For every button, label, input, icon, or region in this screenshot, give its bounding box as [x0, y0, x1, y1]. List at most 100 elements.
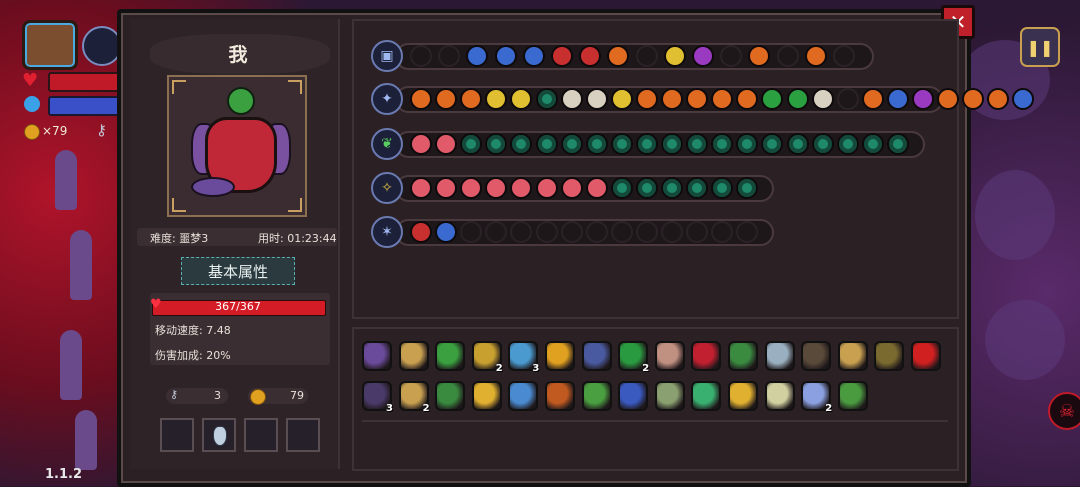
- slot-purple[interactable]: [912, 88, 934, 110]
- hook-icon[interactable]: [728, 341, 758, 371]
- slot-teal[interactable]: [786, 133, 809, 155]
- potion-icon[interactable]: [618, 381, 649, 411]
- consumable-slot[interactable]: [202, 418, 236, 452]
- slot-teal[interactable]: [661, 133, 683, 155]
- bone-icon[interactable]: [398, 341, 429, 371]
- spider-web-icon[interactable]: [545, 381, 575, 411]
- staff-blue-icon[interactable]: ✦: [371, 83, 403, 115]
- slot-purple[interactable]: [692, 45, 714, 67]
- slot-empty[interactable]: [560, 221, 583, 243]
- slot-teal[interactable]: [686, 177, 709, 199]
- slot-pink[interactable]: [410, 177, 432, 199]
- slot-empty[interactable]: [535, 221, 558, 243]
- slot-orange[interactable]: [937, 88, 960, 110]
- slot-teal[interactable]: [811, 133, 834, 155]
- slot-teal[interactable]: [610, 133, 633, 155]
- item-count: 2: [495, 363, 503, 374]
- slot-pink[interactable]: [535, 177, 558, 199]
- slot-empty[interactable]: [610, 221, 633, 243]
- slot-green[interactable]: [786, 88, 809, 110]
- slot-empty[interactable]: [776, 45, 799, 67]
- slot-empty[interactable]: [661, 221, 683, 243]
- slot-yellow[interactable]: [663, 45, 686, 67]
- slot-empty[interactable]: [836, 88, 859, 110]
- slot-orange[interactable]: [435, 88, 458, 110]
- slot-empty[interactable]: [833, 45, 855, 67]
- slot-empty[interactable]: [635, 45, 658, 67]
- consumable-slot[interactable]: [160, 418, 194, 452]
- slot-teal[interactable]: [635, 177, 658, 199]
- slot-red[interactable]: [551, 45, 573, 67]
- compass-icon[interactable]: [764, 341, 795, 371]
- slot-teal[interactable]: [585, 133, 608, 155]
- slot-orange[interactable]: [804, 45, 827, 67]
- slot-pink[interactable]: [410, 133, 432, 155]
- frog-icon[interactable]: [837, 381, 868, 411]
- slot-orange[interactable]: [686, 88, 709, 110]
- gold-goblet-icon[interactable]: [471, 381, 502, 411]
- slot-teal[interactable]: [886, 133, 909, 155]
- slot-white[interactable]: [560, 88, 583, 110]
- beetle-icon[interactable]: [801, 341, 832, 371]
- slot-teal[interactable]: [861, 133, 884, 155]
- slot-white[interactable]: [585, 88, 608, 110]
- demon-mask-icon[interactable]: [691, 341, 722, 371]
- scroll-icon[interactable]: [545, 341, 575, 371]
- blue-gem-icon[interactable]: [508, 381, 539, 411]
- slot-pink[interactable]: [435, 177, 458, 199]
- slot-orange[interactable]: [635, 88, 658, 110]
- slot-blue[interactable]: [522, 45, 545, 67]
- slot-teal[interactable]: [836, 133, 859, 155]
- lantern-icon[interactable]: [837, 341, 868, 371]
- slot-empty[interactable]: [585, 221, 608, 243]
- slot-white[interactable]: [811, 88, 834, 110]
- chest-icon[interactable]: [22, 20, 78, 70]
- slot-yellow[interactable]: [610, 88, 633, 110]
- boot-icon[interactable]: [435, 381, 466, 411]
- pause-button[interactable]: ❚❚: [1020, 27, 1060, 67]
- slot-pink[interactable]: [435, 133, 458, 155]
- slot-orange[interactable]: [410, 88, 432, 110]
- slot-blue[interactable]: [886, 88, 909, 110]
- red-eye-icon[interactable]: [911, 341, 941, 371]
- stone-icon[interactable]: [654, 341, 685, 371]
- staff-gold-icon[interactable]: ✧: [371, 172, 403, 204]
- pause-icon: ❚❚: [1026, 37, 1054, 57]
- slot-empty[interactable]: [686, 221, 709, 243]
- slot-teal[interactable]: [535, 133, 558, 155]
- background-blob: [975, 170, 1055, 260]
- leaf-fan-icon[interactable]: [691, 381, 722, 411]
- arrow-icon[interactable]: [654, 381, 685, 411]
- slot-teal[interactable]: [661, 177, 683, 199]
- staff-green-icon[interactable]: ❦: [371, 128, 403, 160]
- crystal-icon[interactable]: [581, 341, 612, 371]
- weapon-icon[interactable]: [82, 26, 122, 66]
- chest-icon[interactable]: ▣: [371, 40, 403, 72]
- slot-red[interactable]: [410, 221, 432, 243]
- wand-purple-icon[interactable]: ✶: [371, 216, 403, 248]
- cloak-icon[interactable]: [874, 341, 905, 371]
- slot-teal[interactable]: [535, 88, 558, 110]
- slot-blue[interactable]: [435, 221, 458, 243]
- slot-blue[interactable]: [494, 45, 517, 67]
- item-count: 3: [532, 363, 540, 374]
- slot-empty[interactable]: [635, 221, 658, 243]
- syringe-icon[interactable]: [581, 381, 612, 411]
- slot-empty[interactable]: [410, 45, 432, 67]
- consumable-slot[interactable]: [244, 418, 278, 452]
- bell-icon[interactable]: [728, 381, 758, 411]
- slot-pink[interactable]: [560, 177, 583, 199]
- slot-teal[interactable]: [560, 133, 583, 155]
- slot-orange[interactable]: [861, 88, 884, 110]
- sprout-icon[interactable]: [435, 341, 466, 371]
- hood-icon[interactable]: [362, 341, 392, 371]
- slot-teal[interactable]: [686, 133, 709, 155]
- slot-orange[interactable]: [661, 88, 683, 110]
- key-count: 3: [214, 389, 221, 402]
- slot-teal[interactable]: [610, 177, 633, 199]
- basic-attributes-tab[interactable]: 基本属性: [181, 257, 295, 285]
- slot-teal[interactable]: [635, 133, 658, 155]
- feather-icon[interactable]: [764, 381, 795, 411]
- slot-pink[interactable]: [585, 177, 608, 199]
- consumable-slot[interactable]: [286, 418, 320, 452]
